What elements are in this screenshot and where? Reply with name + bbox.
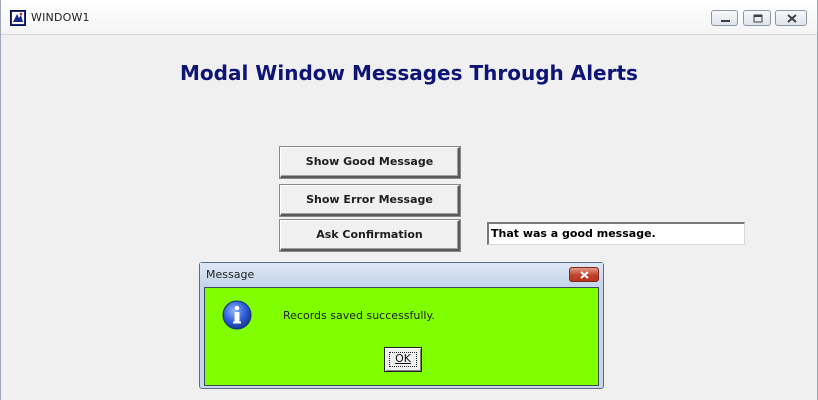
main-window: WINDOW1 Modal Window Messages Through Al… xyxy=(0,0,818,400)
show-error-message-button[interactable]: Show Error Message xyxy=(280,185,460,216)
info-icon xyxy=(221,299,253,331)
maximize-button[interactable] xyxy=(743,10,771,26)
app-icon[interactable] xyxy=(10,10,26,26)
minimize-button[interactable] xyxy=(711,10,738,26)
window-titlebar[interactable]: WINDOW1 xyxy=(1,0,817,35)
ok-button[interactable]: OK xyxy=(384,347,422,372)
close-icon xyxy=(787,14,797,23)
result-text-field[interactable]: That was a good message. xyxy=(487,222,745,245)
show-good-message-button[interactable]: Show Good Message xyxy=(280,147,460,178)
close-icon xyxy=(580,271,589,279)
dialog-title: Message xyxy=(206,268,255,281)
window-title: WINDOW1 xyxy=(31,11,90,24)
maximize-icon xyxy=(753,14,763,23)
dialog-titlebar[interactable]: Message xyxy=(200,263,603,286)
ask-confirmation-button[interactable]: Ask Confirmation xyxy=(280,220,460,251)
minimize-icon xyxy=(721,20,730,22)
ok-button-label: OK xyxy=(395,352,411,365)
dialog-close-button[interactable] xyxy=(569,267,599,282)
close-button[interactable] xyxy=(775,10,807,26)
dialog-body: Records saved successfully. OK xyxy=(204,287,599,386)
page-heading: Modal Window Messages Through Alerts xyxy=(180,61,638,85)
message-dialog: Message Records saved successfully. OK xyxy=(199,262,604,389)
dialog-message: Records saved successfully. xyxy=(283,309,435,322)
